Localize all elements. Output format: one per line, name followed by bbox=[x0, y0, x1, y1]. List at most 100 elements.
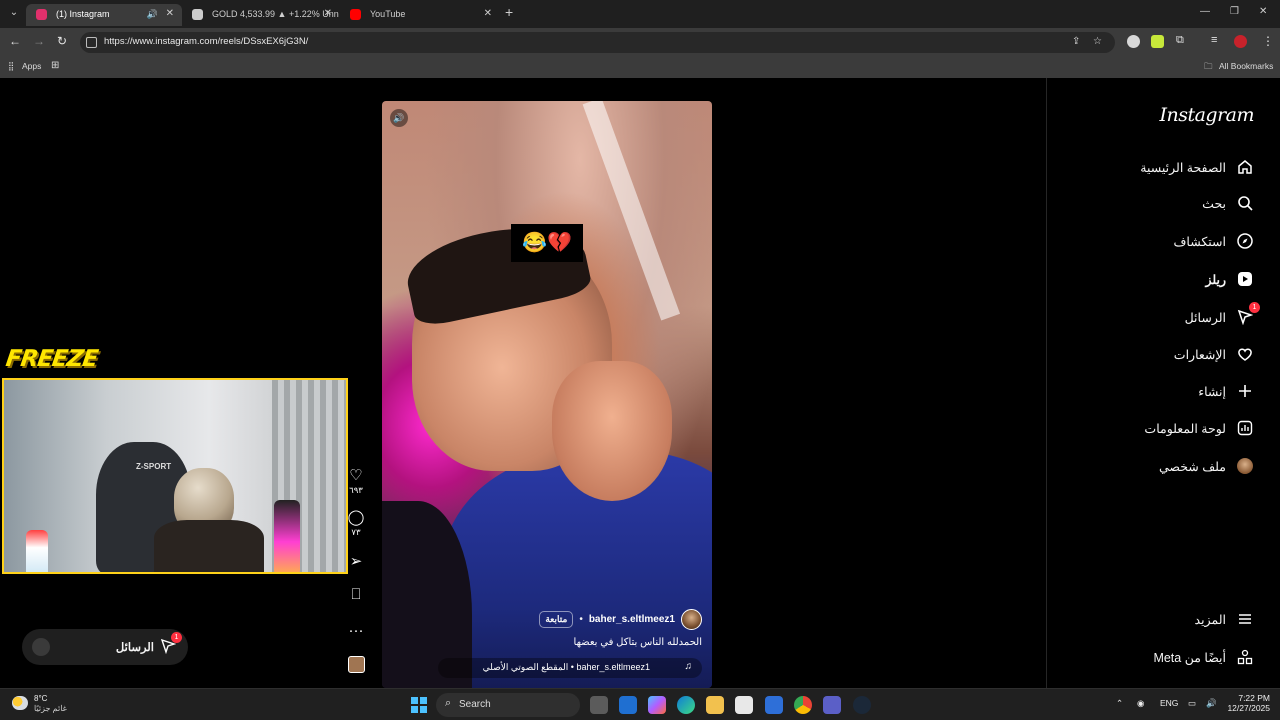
sidebar-item-label: لوحة المعلومات bbox=[1144, 421, 1226, 436]
tab-groups-icon[interactable]: ⊞ bbox=[51, 60, 59, 71]
instagram-page: FREEZE Z-SPORT 🔊 😂💔 baher_s.eltlmeez1 • … bbox=[0, 78, 1280, 688]
task-view-icon[interactable] bbox=[590, 696, 608, 714]
follow-button[interactable]: متابعة bbox=[539, 611, 574, 628]
sidebar-item-label: ملف شخصي bbox=[1158, 459, 1226, 474]
heart-icon: ♡ bbox=[349, 467, 363, 484]
new-tab-button[interactable]: + bbox=[505, 4, 513, 20]
chrome-icon[interactable] bbox=[794, 696, 812, 714]
messages-pill[interactable]: الرسائل 1 bbox=[22, 629, 188, 665]
sidebar-item-more[interactable]: المزيد bbox=[1195, 608, 1254, 630]
close-tab-icon[interactable]: ✕ bbox=[324, 4, 332, 24]
hamburger-icon bbox=[1236, 610, 1254, 628]
start-button[interactable] bbox=[411, 697, 427, 713]
tab-search-menu-icon[interactable]: ⌄ bbox=[6, 5, 22, 21]
bookmark-star-icon[interactable]: ☆ bbox=[1093, 36, 1102, 47]
plus-icon bbox=[1236, 382, 1254, 400]
media-controls-icon[interactable]: ≡ bbox=[1211, 34, 1217, 46]
reel-caption[interactable]: الحمدلله الناس بتاكل في بعضها bbox=[574, 637, 702, 648]
emoji-overlay: 😂💔 bbox=[511, 224, 583, 262]
sidebar-item-notifications[interactable]: الإشعارات bbox=[1174, 343, 1254, 365]
discord-icon[interactable]: ◉ bbox=[1137, 698, 1144, 709]
profile-avatar[interactable] bbox=[1234, 35, 1247, 48]
partly-cloudy-icon bbox=[12, 696, 28, 710]
network-icon[interactable]: ▭ bbox=[1188, 698, 1196, 709]
sidebar-item-meta[interactable]: أيضًا من Meta bbox=[1153, 646, 1254, 668]
language-indicator[interactable]: ENG bbox=[1160, 698, 1178, 708]
sidebar-item-reels[interactable]: ريلز bbox=[1205, 268, 1254, 290]
sidebar: Instagram الصفحة الرئيسية بحث استكشاف ري… bbox=[1046, 78, 1280, 688]
audio-cover-icon bbox=[347, 656, 365, 673]
weather-temp: 8°C bbox=[34, 694, 48, 703]
messages-badge: 1 bbox=[171, 632, 182, 643]
reload-button[interactable]: ↻ bbox=[57, 34, 67, 48]
sidebar-item-home[interactable]: الصفحة الرئيسية bbox=[1140, 156, 1254, 178]
taskbar-search[interactable]: ⌕ Search bbox=[436, 693, 580, 717]
store-icon[interactable] bbox=[735, 696, 753, 714]
comment-button[interactable]: ◯ ٧٣ bbox=[341, 508, 371, 538]
sidebar-item-create[interactable]: إنشاء bbox=[1198, 380, 1254, 402]
audio-thumbnail[interactable] bbox=[341, 656, 371, 673]
close-tab-icon[interactable]: ✕ bbox=[484, 4, 492, 24]
browser-menu-icon[interactable]: ⋮ bbox=[1262, 34, 1274, 48]
bottle bbox=[26, 530, 48, 572]
edge-icon[interactable] bbox=[677, 696, 695, 714]
tab-instagram[interactable]: (1) Instagram 🔊 ✕ bbox=[26, 4, 182, 26]
volume-icon[interactable]: 🔊 bbox=[1206, 698, 1217, 709]
clock-time: 7:22 PM bbox=[1238, 693, 1270, 703]
music-note-icon: ♫ bbox=[684, 661, 693, 672]
extension-icon[interactable] bbox=[1151, 35, 1164, 48]
extension-icon[interactable] bbox=[1127, 35, 1140, 48]
address-bar[interactable]: https://www.instagram.com/reels/DSsxEX6j… bbox=[80, 32, 1115, 53]
save-button[interactable]: ⎕ bbox=[341, 586, 371, 603]
home-icon bbox=[1236, 158, 1254, 176]
steam-icon[interactable] bbox=[853, 696, 871, 714]
audio-pill[interactable]: baher_s.eltlmeez1 • المقطع الصوتي الأصلي… bbox=[438, 658, 702, 678]
more-dots-icon: ··· bbox=[348, 622, 364, 639]
instagram-logo[interactable]: Instagram bbox=[1159, 104, 1254, 126]
file-explorer-icon[interactable] bbox=[706, 696, 724, 714]
sound-toggle-icon[interactable]: 🔊 bbox=[390, 109, 408, 127]
reel-video[interactable]: 🔊 😂💔 baher_s.eltlmeez1 • متابعة الحمدلله… bbox=[382, 101, 712, 688]
streamer-body bbox=[154, 520, 264, 572]
copilot-icon[interactable] bbox=[648, 696, 666, 714]
author-avatar[interactable] bbox=[681, 609, 702, 630]
close-window-button[interactable]: ✕ bbox=[1259, 6, 1267, 17]
forward-button[interactable]: → bbox=[33, 34, 45, 48]
defender-icon[interactable] bbox=[765, 696, 783, 714]
all-bookmarks[interactable]: All Bookmarks bbox=[1219, 61, 1273, 71]
url-text: https://www.instagram.com/reels/DSsxEX6j… bbox=[104, 36, 309, 47]
extensions-puzzle-icon[interactable]: ⧉ bbox=[1176, 34, 1184, 47]
sidebar-item-search[interactable]: بحث bbox=[1202, 192, 1254, 214]
teams-icon[interactable] bbox=[823, 696, 841, 714]
minimize-button[interactable]: — bbox=[1200, 6, 1210, 17]
sidebar-item-profile[interactable]: ملف شخصي bbox=[1159, 455, 1254, 477]
tray-overflow-icon[interactable]: ⌃ bbox=[1116, 698, 1123, 709]
restore-button[interactable]: ❐ bbox=[1230, 6, 1239, 17]
chair-label: Z-SPORT bbox=[136, 462, 172, 471]
sidebar-item-label: إنشاء bbox=[1198, 384, 1226, 399]
bookmark-apps[interactable]: Apps bbox=[22, 61, 41, 71]
search-icon bbox=[1236, 194, 1254, 212]
author-username[interactable]: baher_s.eltlmeez1 bbox=[589, 614, 675, 625]
apps-grid-icon[interactable]: ⣿ bbox=[8, 61, 14, 72]
dashboard-icon bbox=[1236, 419, 1254, 437]
back-button[interactable]: ← bbox=[9, 34, 21, 48]
dot-separator: • bbox=[579, 614, 583, 625]
tab-gold[interactable]: GOLD 4,533.99 ▲ +1.22% Unn ✕ bbox=[182, 4, 340, 26]
sidebar-item-messages[interactable]: 1 الرسائل bbox=[1185, 302, 1260, 328]
tab-title: GOLD 4,533.99 ▲ +1.22% Unn bbox=[212, 9, 339, 19]
like-button[interactable]: ♡ ٦٩٣ bbox=[341, 466, 371, 496]
tab-youtube[interactable]: YouTube ✕ bbox=[340, 4, 500, 26]
site-info-icon[interactable] bbox=[86, 37, 97, 48]
share-button[interactable]: ➢ bbox=[341, 552, 371, 570]
system-clock[interactable]: 7:22 PM 12/27/2025 bbox=[1222, 693, 1270, 713]
tradingview-favicon-icon bbox=[192, 9, 203, 20]
close-tab-icon[interactable]: ✕ bbox=[166, 4, 174, 24]
sidebar-item-dashboard[interactable]: لوحة المعلومات bbox=[1144, 417, 1254, 439]
outlook-icon[interactable] bbox=[619, 696, 637, 714]
speaker-icon[interactable]: 🔊 bbox=[147, 4, 158, 24]
sidebar-item-explore[interactable]: استكشاف bbox=[1173, 230, 1254, 252]
more-options-button[interactable]: ··· bbox=[341, 622, 371, 639]
install-app-icon[interactable]: ⇪ bbox=[1072, 36, 1080, 47]
comment-icon: ◯ bbox=[347, 509, 365, 526]
